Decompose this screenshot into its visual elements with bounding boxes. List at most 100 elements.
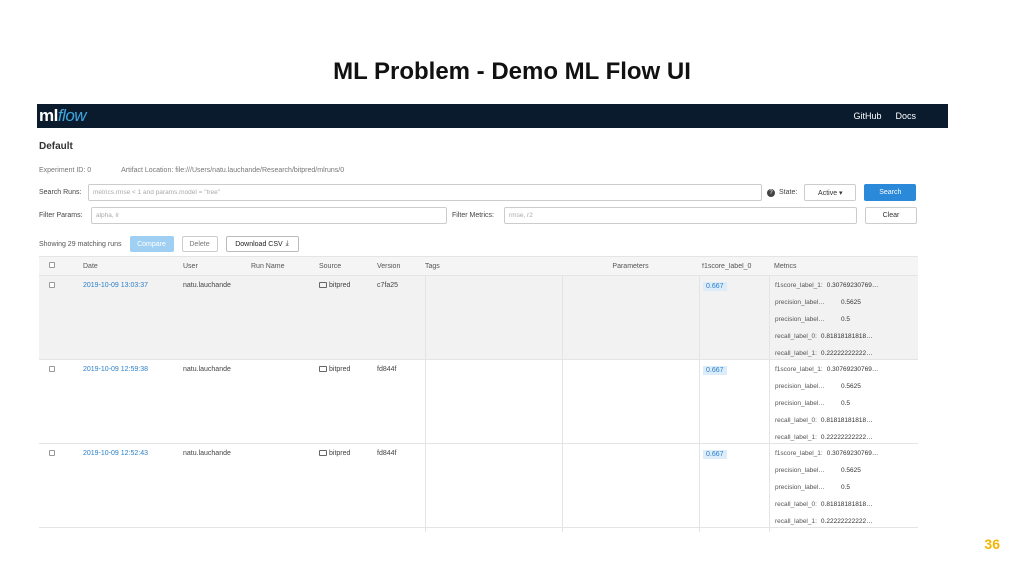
download-csv-button[interactable]: Download CSV ⤓ <box>225 236 299 252</box>
metric-item: precision_label… 0.5625 <box>775 299 918 316</box>
search-runs-input[interactable]: metrics.rmse < 1 and params.model = "tre… <box>88 184 762 201</box>
metric-key: precision_label… <box>775 316 825 323</box>
run-name <box>251 360 319 443</box>
metric-key: recall_label_0: <box>775 333 817 340</box>
top-navbar: mlflow GitHub Docs <box>37 104 948 128</box>
run-source[interactable]: bitpred <box>329 366 350 373</box>
header-f1score-label-0[interactable]: f1score_label_0 <box>699 263 769 270</box>
metric-key: recall_label_1: <box>775 434 817 441</box>
run-date-link[interactable]: 2019-10-09 12:52:43 <box>83 450 148 457</box>
header-parameters: Parameters <box>612 262 649 270</box>
select-all-cell <box>39 262 83 270</box>
slide-title: ML Problem - Demo ML Flow UI <box>333 58 691 85</box>
clear-button[interactable]: Clear <box>865 207 917 224</box>
run-parameters <box>562 360 699 443</box>
header-date[interactable]: Date <box>83 263 183 270</box>
metric-key: f1score_label_1: <box>775 366 823 373</box>
metric-item: precision_label… 0.5 <box>775 316 918 333</box>
experiment-meta: Experiment ID: 0 Artifact Location: file… <box>39 167 918 174</box>
delete-button[interactable]: Delete <box>181 236 218 252</box>
metric-value: 0.5625 <box>841 467 861 474</box>
state-dropdown[interactable]: Active ▾ <box>804 184 857 201</box>
run-version[interactable]: c7fa25 <box>377 276 425 359</box>
metric-item: recall_label_1: 0.22222222222… <box>775 434 918 443</box>
metric-item: f1score_label_1: 0.30769230769… <box>775 450 918 467</box>
github-link[interactable]: GitHub <box>853 111 881 121</box>
metric-item: f1score_label_1: 0.30769230769… <box>775 366 918 383</box>
run-name <box>251 528 319 532</box>
run-tags <box>425 528 562 532</box>
filter-params-input[interactable]: alpha, lr <box>91 207 447 224</box>
metric-value: 0.5 <box>841 484 851 491</box>
header-user[interactable]: User <box>183 263 251 270</box>
table-row-partial <box>39 528 918 532</box>
run-tags <box>425 276 562 359</box>
run-parameters <box>562 528 699 532</box>
run-date-link[interactable]: 2019-10-09 13:03:37 <box>83 282 148 289</box>
folder-icon <box>319 366 327 372</box>
metric-value: 0.30769230769… <box>826 450 879 457</box>
header-source[interactable]: Source <box>319 263 377 270</box>
metric-key: f1score_label_1: <box>775 450 823 457</box>
row-checkbox-cell <box>39 528 83 532</box>
download-icon: ⤓ <box>285 240 289 247</box>
docs-link[interactable]: Docs <box>895 111 916 121</box>
filter-metrics-input[interactable]: rmse, r2 <box>504 207 857 224</box>
folder-icon <box>319 282 327 288</box>
row-checkbox[interactable] <box>49 282 55 288</box>
table-row[interactable]: 2019-10-09 12:52:43 natu.lauchande bitpr… <box>39 444 918 528</box>
run-tags <box>425 360 562 443</box>
run-version[interactable]: fd844f <box>377 444 425 527</box>
run-source-cell <box>319 528 377 532</box>
select-all-checkbox[interactable] <box>49 262 55 268</box>
search-button[interactable]: Search <box>864 184 917 201</box>
filter-row: Filter Params: alpha, lr Filter Metrics:… <box>39 207 918 224</box>
metric-key: precision_label… <box>775 400 825 407</box>
run-user <box>183 528 251 532</box>
metric-key: precision_label… <box>775 299 825 306</box>
table-row[interactable]: 2019-10-09 12:59:38 natu.lauchande bitpr… <box>39 360 918 444</box>
help-icon[interactable]: ? <box>767 188 775 197</box>
run-user: natu.lauchande <box>183 450 231 457</box>
search-row: Search Runs: metrics.rmse < 1 and params… <box>39 184 918 201</box>
metric-item: recall_label_1: 0.22222222222… <box>775 518 918 527</box>
row-checkbox-cell <box>39 360 83 443</box>
mlflow-logo[interactable]: mlflow <box>39 106 87 126</box>
run-f1-value: 0.667 <box>703 282 727 291</box>
metric-value: 0.22222222222… <box>820 434 873 441</box>
page-number: 36 <box>984 536 1000 552</box>
run-f1-cell: 0.667 <box>699 276 769 359</box>
run-f1-value: 0.667 <box>703 366 727 375</box>
run-parameters <box>562 276 699 359</box>
download-csv-label: Download CSV <box>235 240 283 248</box>
run-version[interactable]: fd844f <box>377 360 425 443</box>
header-tags: Tags <box>425 262 440 270</box>
run-tags <box>425 444 562 527</box>
table-row[interactable]: 2019-10-09 13:03:37 natu.lauchande bitpr… <box>39 276 918 360</box>
run-date-cell: 2019-10-09 12:52:43 <box>83 444 183 527</box>
header-version[interactable]: Version <box>377 263 425 270</box>
metric-value: 0.5625 <box>841 383 861 390</box>
row-checkbox-cell <box>39 276 83 359</box>
run-date-cell: 2019-10-09 12:59:38 <box>83 360 183 443</box>
run-source[interactable]: bitpred <box>329 450 350 457</box>
run-date-link[interactable]: 2019-10-09 12:59:38 <box>83 366 148 373</box>
row-checkbox[interactable] <box>49 366 55 372</box>
run-user: natu.lauchande <box>183 366 231 373</box>
metric-value: 0.5 <box>841 400 851 407</box>
header-run-name[interactable]: Run Name <box>251 263 319 270</box>
compare-button[interactable]: Compare <box>129 236 174 252</box>
run-source[interactable]: bitpred <box>329 282 350 289</box>
run-metrics: f1score_label_1: 0.30769230769… precision… <box>769 360 918 443</box>
metric-item: precision_label… 0.5 <box>775 400 918 417</box>
row-checkbox[interactable] <box>49 450 55 456</box>
metric-key: precision_label… <box>775 467 825 474</box>
run-parameters <box>562 444 699 527</box>
metric-item: precision_label… 0.5625 <box>775 467 918 484</box>
matching-runs-count: Showing 29 matching runs <box>39 240 122 248</box>
run-date-cell: 2019-10-09 13:03:37 <box>83 276 183 359</box>
actions-row: Showing 29 matching runs Compare Delete … <box>39 236 918 252</box>
run-metrics: f1score_label_1: 0.30769230769… precision… <box>769 276 918 359</box>
mlflow-screenshot: mlflow GitHub Docs Default Experiment ID… <box>37 104 948 532</box>
metric-value: 0.81818181818… <box>820 333 873 340</box>
